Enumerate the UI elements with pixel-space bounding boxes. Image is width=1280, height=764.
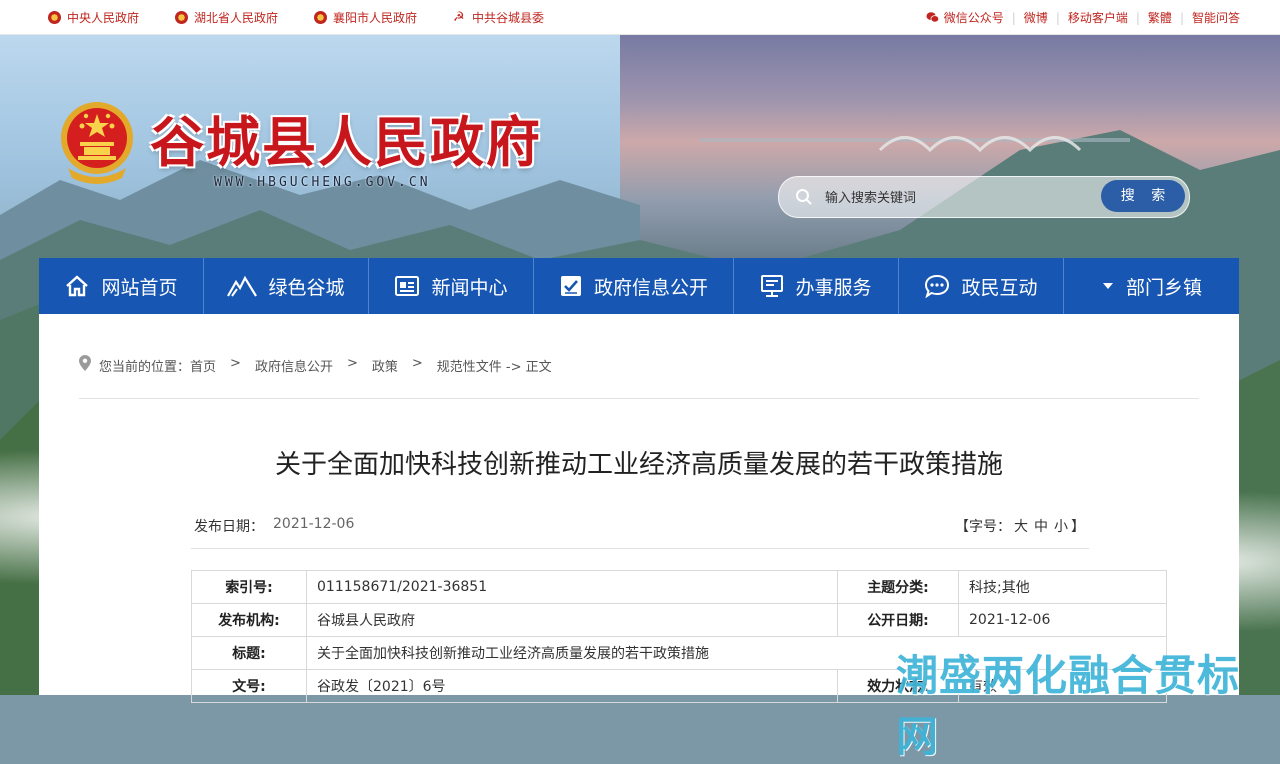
site-url: WWW.HBGUCHENG.GOV.CN [214, 175, 431, 190]
wechat-icon [926, 12, 939, 23]
document-number-label: 文号: [191, 669, 307, 703]
home-icon [66, 275, 89, 297]
nav-label: 办事服务 [795, 276, 872, 299]
breadcrumb-policy[interactable]: 政策 [372, 356, 398, 375]
watermark: 潮盛两化融合贯标网 [896, 651, 1241, 761]
news-icon [395, 276, 420, 296]
main-nav: 网站首页 绿色谷城 新闻中心 政府信息公开 办事服务 政民互动 部门乡镇 [39, 258, 1239, 314]
breadcrumb-separator: > [346, 356, 358, 371]
breadcrumb-separator: > [411, 356, 423, 371]
publisher-value: 谷城县人民政府 [306, 603, 838, 637]
font-size-switcher: 【字号：大中小】 [955, 516, 1085, 536]
document-number-value: 谷政发〔2021〕6号 [306, 669, 838, 703]
search-input[interactable] [823, 185, 1067, 211]
font-size-large[interactable]: 大 [1014, 519, 1028, 535]
table-row: 发布机构: 谷城县人民政府 公开日期: 2021-12-06 [191, 603, 1167, 637]
chat-bubble-icon [925, 274, 950, 298]
topic-category-label: 主题分类: [837, 570, 959, 604]
link-label: 繁體 [1147, 11, 1172, 25]
link-label: 湖北省人民政府 [194, 11, 279, 25]
publish-date: 2021-12-06 [273, 516, 355, 532]
link-label: 智能问答 [1191, 11, 1240, 25]
site-title[interactable]: 谷城县人民政府 [150, 98, 542, 177]
link-wechat[interactable]: 微信公众号 [926, 9, 1004, 26]
top-link-bar: 中央人民政府 湖北省人民政府 襄阳市人民政府 ☭ 中共谷城县委 微信公众号 | … [0, 0, 1280, 35]
nav-label: 新闻中心 [431, 276, 508, 299]
link-gucheng-party-committee[interactable]: ☭ 中共谷城县委 [453, 9, 544, 26]
link-smart-qa[interactable]: 智能问答 [1192, 9, 1240, 26]
publisher-label: 发布机构: [191, 603, 307, 637]
topic-category-value: 科技;其他 [958, 570, 1167, 604]
nav-green-gucheng[interactable]: 绿色谷城 [204, 258, 369, 314]
nav-departments-towns[interactable]: 部门乡镇 [1064, 258, 1239, 314]
nav-label: 网站首页 [101, 276, 178, 299]
publish-date-label: 发布日期： [194, 519, 264, 535]
mountain-icon [227, 275, 258, 297]
link-hubei-government[interactable]: 湖北省人民政府 [175, 9, 278, 26]
link-label: 移动客户端 [1067, 11, 1128, 25]
divider: | [1179, 10, 1184, 25]
link-central-government[interactable]: 中央人民政府 [48, 9, 139, 26]
link-label: 微博 [1023, 11, 1048, 25]
national-emblem-icon [61, 102, 133, 184]
disclosure-date-value: 2021-12-06 [958, 603, 1167, 637]
content-panel: 您当前的位置： 首页 > 政府信息公开 > 政策 > 规范性文件 -> 正文 关… [39, 314, 1239, 703]
font-size-small[interactable]: 小 [1054, 519, 1068, 535]
nav-label: 政府信息公开 [593, 276, 708, 299]
search-box: 搜 索 [778, 176, 1190, 218]
breadcrumb-normative-docs[interactable]: 规范性文件 -> 正文 [437, 356, 552, 375]
divider: | [1055, 10, 1060, 25]
divider: | [1011, 10, 1016, 25]
font-size-medium[interactable]: 中 [1034, 519, 1048, 535]
link-label: 微信公众号 [943, 11, 1004, 25]
link-mobile-client[interactable]: 移动客户端 [1068, 9, 1128, 26]
nav-label: 绿色谷城 [268, 276, 345, 299]
article-title: 关于全面加快科技创新推动工业经济高质量发展的若干政策措施 [274, 450, 1003, 480]
breadcrumb: 您当前的位置： 首页 > 政府信息公开 > 政策 > 规范性文件 -> 正文 [79, 355, 1199, 399]
link-label: 襄阳市人民政府 [333, 11, 418, 25]
index-number-value: 011158671/2021-36851 [306, 570, 838, 604]
disclosure-date-label: 公开日期: [837, 603, 959, 637]
nav-news-center[interactable]: 新闻中心 [369, 258, 534, 314]
table-row: 索引号: 011158671/2021-36851 主题分类: 科技;其他 [191, 570, 1167, 604]
breadcrumb-home[interactable]: 首页 [190, 356, 216, 375]
font-size-close: 】 [1071, 519, 1085, 535]
title-label: 标题: [191, 636, 307, 670]
link-label: 中共谷城县委 [472, 11, 545, 25]
search-button[interactable]: 搜 索 [1101, 180, 1185, 212]
computer-icon [761, 275, 784, 297]
checklist-icon [560, 276, 581, 296]
nav-interaction[interactable]: 政民互动 [899, 258, 1064, 314]
link-label: 中央人民政府 [67, 11, 140, 25]
national-emblem-icon [48, 11, 61, 24]
location-pin-icon [79, 355, 91, 371]
nav-services[interactable]: 办事服务 [734, 258, 899, 314]
link-weibo[interactable]: 微博 [1024, 9, 1048, 26]
party-emblem-icon: ☭ [453, 10, 465, 25]
index-number-label: 索引号: [191, 570, 307, 604]
nav-label: 政民互动 [961, 276, 1038, 299]
font-size-label: 【字号： [955, 519, 1011, 535]
national-emblem-icon [314, 11, 328, 24]
caret-down-icon [1102, 283, 1113, 289]
search-icon [796, 189, 812, 205]
nav-label: 部门乡镇 [1125, 276, 1202, 299]
breadcrumb-gov-info[interactable]: 政府信息公开 [255, 356, 333, 375]
breadcrumb-separator: > [230, 356, 241, 371]
national-emblem-icon [175, 11, 189, 24]
nav-gov-info-disclosure[interactable]: 政府信息公开 [534, 258, 734, 314]
link-traditional-chinese[interactable]: 繁體 [1148, 9, 1172, 26]
article-meta: 发布日期： 2021-12-06 【字号：大中小】 [191, 502, 1089, 549]
link-xiangyang-government[interactable]: 襄阳市人民政府 [314, 9, 417, 26]
breadcrumb-prefix: 您当前的位置： [99, 360, 191, 375]
nav-home[interactable]: 网站首页 [39, 258, 204, 314]
divider: | [1135, 10, 1140, 25]
